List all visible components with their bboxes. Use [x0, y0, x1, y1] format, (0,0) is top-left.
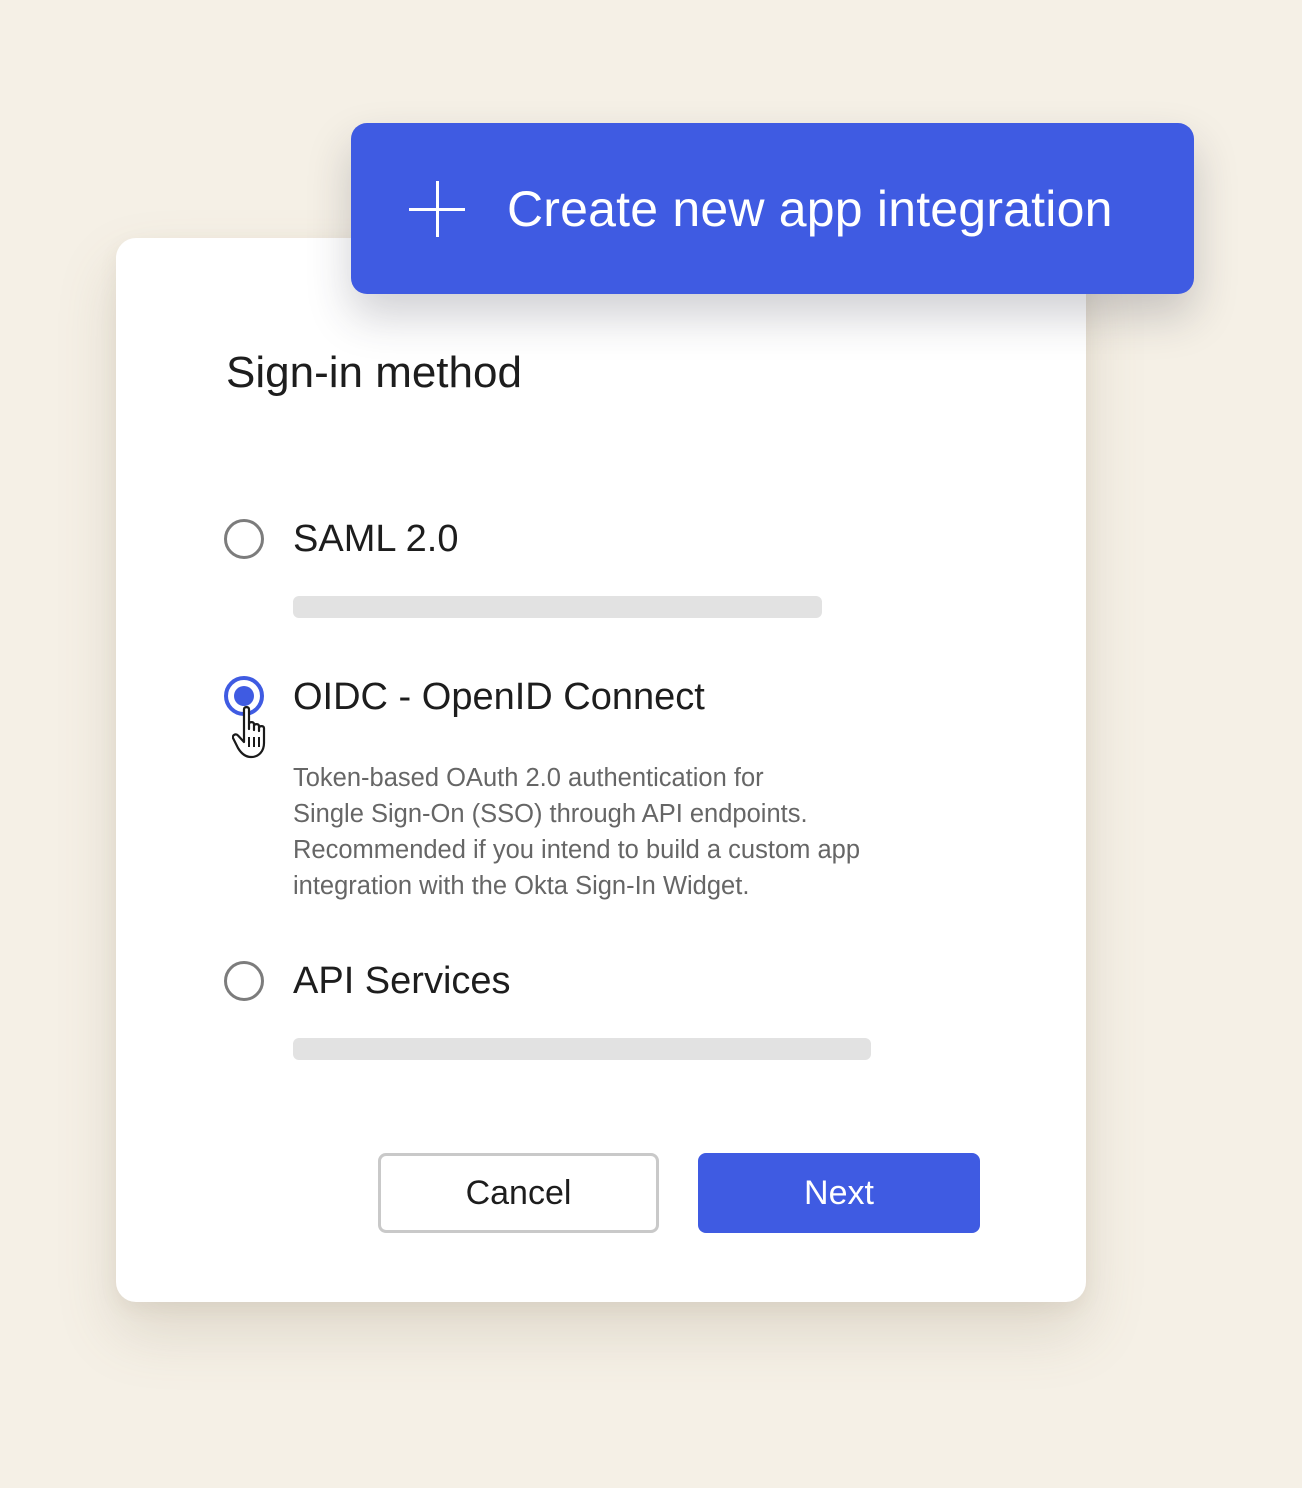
saml-description-placeholder — [293, 596, 822, 618]
next-button[interactable]: Next — [698, 1153, 980, 1233]
create-new-app-integration-button[interactable]: Create new app integration — [351, 123, 1194, 294]
option-label-saml[interactable]: SAML 2.0 — [293, 518, 458, 561]
api-services-description-placeholder — [293, 1038, 871, 1060]
radio-selected-dot — [234, 686, 254, 706]
sign-in-method-title: Sign-in method — [226, 348, 522, 397]
radio-api-services[interactable] — [224, 961, 264, 1001]
oidc-description-line: Token-based OAuth 2.0 authentication for — [293, 764, 764, 792]
oidc-description-line: integration with the Okta Sign-In Widget… — [293, 872, 750, 900]
hand-pointer-cursor-icon — [232, 706, 266, 759]
cancel-button[interactable]: Cancel — [378, 1153, 659, 1233]
create-button-label: Create new app integration — [507, 180, 1113, 237]
option-label-oidc[interactable]: OIDC - OpenID Connect — [293, 676, 705, 719]
plus-icon — [409, 180, 465, 237]
option-label-api-services[interactable]: API Services — [293, 960, 511, 1003]
oidc-description-line: Recommended if you intend to build a cus… — [293, 836, 861, 864]
oidc-description: Token-based OAuth 2.0 authentication for… — [293, 760, 993, 904]
radio-saml[interactable] — [224, 519, 264, 559]
oidc-description-line: Single Sign-On (SSO) through API endpoin… — [293, 800, 808, 828]
